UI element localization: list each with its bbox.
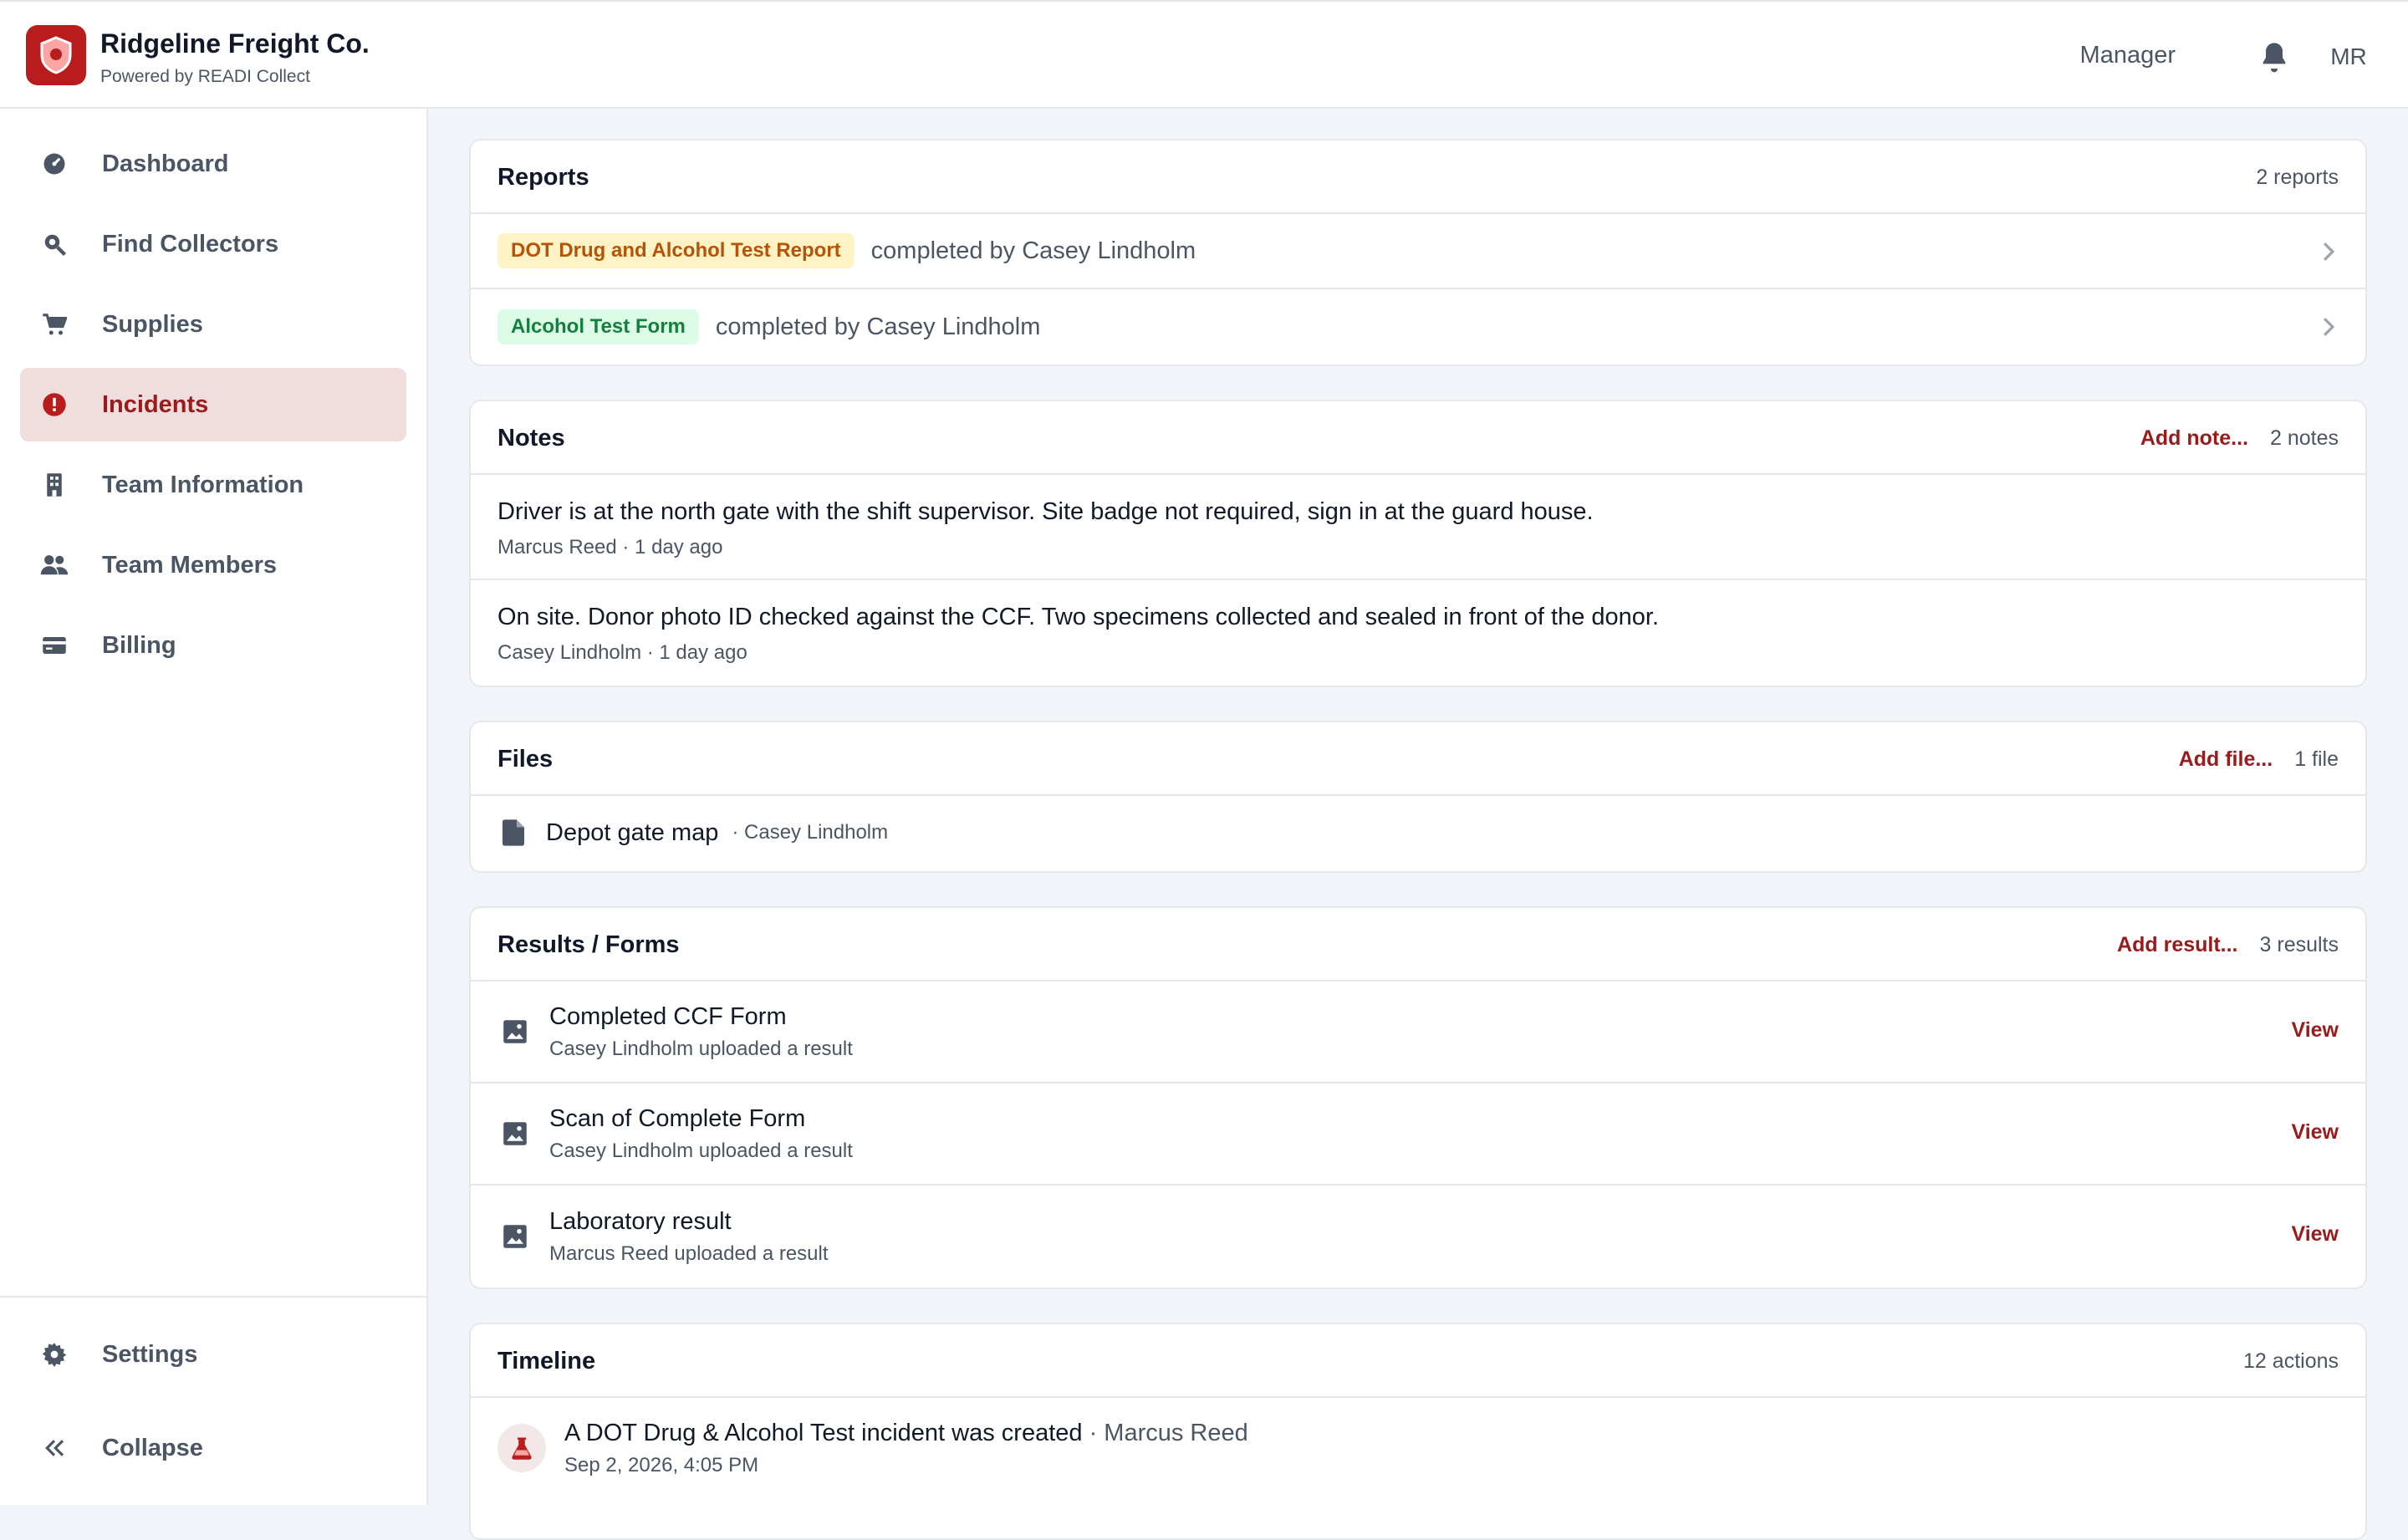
- result-subtitle: Casey Lindholm uploaded a result: [549, 1139, 853, 1162]
- file-uploader: · Casey Lindholm: [732, 821, 889, 844]
- add-file-button[interactable]: Add file...: [2179, 747, 2273, 772]
- timeline-event-text: A DOT Drug & Alcohol Test incident was c…: [564, 1419, 1083, 1446]
- report-type-badge: Alcohol Test Form: [497, 309, 699, 344]
- view-result-link[interactable]: View: [2291, 1222, 2339, 1247]
- bell-icon[interactable]: [2258, 40, 2291, 74]
- image-icon: [503, 1020, 527, 1043]
- view-result-link[interactable]: View: [2291, 1120, 2339, 1145]
- result-title: Scan of Complete Form: [549, 1104, 806, 1132]
- collapse-button[interactable]: Collapse: [20, 1411, 406, 1485]
- gear-icon: [40, 1340, 69, 1369]
- flask-icon: [497, 1424, 546, 1472]
- settings-label: Settings: [102, 1340, 198, 1368]
- timeline-item: A DOT Drug & Alcohol Test incident was c…: [471, 1398, 2365, 1498]
- reports-header: Reports 2 reports: [471, 140, 2365, 214]
- report-status: completed by Casey Lindholm: [870, 237, 1196, 264]
- sidebar-item-supplies[interactable]: Supplies: [20, 288, 406, 361]
- report-status: completed by Casey Lindholm: [715, 313, 1041, 340]
- image-icon: [503, 1225, 527, 1248]
- double-chevron-left-icon: [40, 1434, 69, 1462]
- chevron-right-icon: [2323, 242, 2335, 261]
- shield-logo-icon: [40, 36, 72, 74]
- notes-count: 2 notes: [2269, 426, 2339, 450]
- sidebar: Dashboard Find Collectors Supplies Incid…: [0, 109, 428, 1505]
- role-selector[interactable]: Manager: [2080, 42, 2176, 69]
- report-row[interactable]: DOT Drug and Alcohol Test Report complet…: [471, 214, 2365, 289]
- sidebar-item-team-members[interactable]: Team Members: [20, 528, 406, 602]
- note-text: Driver is at the north gate with the shi…: [497, 498, 1594, 525]
- note-item: Driver is at the north gate with the shi…: [471, 475, 2365, 580]
- alert-icon: [40, 390, 69, 419]
- sidebar-item-incidents[interactable]: Incidents: [20, 368, 406, 441]
- result-item: Laboratory result Marcus Reed uploaded a…: [471, 1186, 2365, 1288]
- brand-name: Ridgeline Freight Co.: [100, 28, 370, 59]
- files-title: Files: [497, 746, 554, 773]
- search-icon: [40, 230, 69, 258]
- file-item[interactable]: Depot gate map · Casey Lindholm: [471, 796, 2365, 869]
- report-type-badge: DOT Drug and Alcohol Test Report: [497, 233, 855, 268]
- top-bar: Ridgeline Freight Co. Powered by READI C…: [0, 0, 2408, 109]
- timeline-actor: · Marcus Reed: [1089, 1419, 1248, 1446]
- sidebar-item-label: Billing: [102, 631, 176, 659]
- results-count: 3 results: [2259, 933, 2339, 956]
- results-title: Results / Forms: [497, 931, 680, 958]
- results-header: Results / Forms Add result... 3 results: [471, 908, 2365, 982]
- note-item: On site. Donor photo ID checked against …: [471, 580, 2365, 686]
- sidebar-item-label: Find Collectors: [102, 230, 279, 258]
- files-count: 1 file: [2294, 747, 2339, 771]
- files-card: Files Add file... 1 file Depot gate map …: [469, 721, 2367, 873]
- sidebar-item-settings[interactable]: Settings: [20, 1318, 406, 1391]
- notes-header: Notes Add note... 2 notes: [471, 401, 2365, 475]
- timeline-header: Timeline 12 actions: [471, 1324, 2365, 1398]
- brand-subtitle: Powered by READI Collect: [100, 67, 310, 86]
- add-result-button[interactable]: Add result...: [2117, 933, 2237, 957]
- sidebar-item-label: Incidents: [102, 390, 209, 418]
- result-item: Scan of Complete Form Casey Lindholm upl…: [471, 1084, 2365, 1186]
- result-title: Laboratory result: [549, 1207, 732, 1235]
- add-note-button[interactable]: Add note...: [2140, 426, 2248, 451]
- cart-icon: [40, 310, 69, 339]
- result-item: Completed CCF Form Casey Lindholm upload…: [471, 982, 2365, 1084]
- sidebar-item-label: Team Information: [102, 471, 304, 498]
- dashboard-icon: [40, 150, 69, 178]
- sidebar-item-find-collectors[interactable]: Find Collectors: [20, 207, 406, 281]
- file-name: Depot gate map: [546, 818, 719, 846]
- avatar[interactable]: MR: [2321, 32, 2376, 82]
- note-meta: Marcus Reed · 1 day ago: [497, 536, 723, 558]
- sidebar-item-label: Dashboard: [102, 150, 229, 177]
- document-icon: [503, 819, 524, 846]
- timeline-date: Sep 2, 2026, 4:05 PM: [564, 1453, 759, 1476]
- sidebar-item-label: Team Members: [102, 551, 277, 579]
- reports-title: Reports: [497, 164, 589, 191]
- people-icon: [40, 551, 69, 579]
- collapse-label: Collapse: [102, 1434, 203, 1461]
- note-meta: Casey Lindholm · 1 day ago: [497, 641, 747, 664]
- brand-logo[interactable]: [26, 25, 86, 85]
- sidebar-divider: [0, 1296, 426, 1298]
- notes-card: Notes Add note... 2 notes Driver is at t…: [469, 400, 2367, 687]
- timeline-card: Timeline 12 actions A DOT Drug & Alcohol…: [469, 1323, 2367, 1540]
- sidebar-item-billing[interactable]: Billing: [20, 609, 406, 682]
- files-header: Files Add file... 1 file: [471, 722, 2365, 796]
- reports-count: 2 reports: [2256, 166, 2339, 189]
- report-row[interactable]: Alcohol Test Form completed by Casey Lin…: [471, 289, 2365, 365]
- timeline-count: 12 actions: [2243, 1349, 2339, 1373]
- sidebar-item-team-information[interactable]: Team Information: [20, 448, 406, 522]
- sidebar-item-dashboard[interactable]: Dashboard: [20, 127, 406, 201]
- result-title: Completed CCF Form: [549, 1002, 787, 1030]
- result-subtitle: Casey Lindholm uploaded a result: [549, 1037, 853, 1060]
- reports-card: Reports 2 reports DOT Drug and Alcohol T…: [469, 139, 2367, 366]
- timeline-title: Timeline: [497, 1348, 596, 1374]
- image-icon: [503, 1122, 527, 1145]
- notes-title: Notes: [497, 425, 565, 451]
- result-subtitle: Marcus Reed uploaded a result: [549, 1242, 829, 1265]
- results-card: Results / Forms Add result... 3 results …: [469, 906, 2367, 1289]
- building-icon: [40, 471, 69, 499]
- note-text: On site. Donor photo ID checked against …: [497, 604, 1660, 630]
- sidebar-item-label: Supplies: [102, 310, 203, 338]
- card-icon: [40, 631, 69, 660]
- chevron-right-icon: [2323, 318, 2335, 336]
- view-result-link[interactable]: View: [2291, 1018, 2339, 1043]
